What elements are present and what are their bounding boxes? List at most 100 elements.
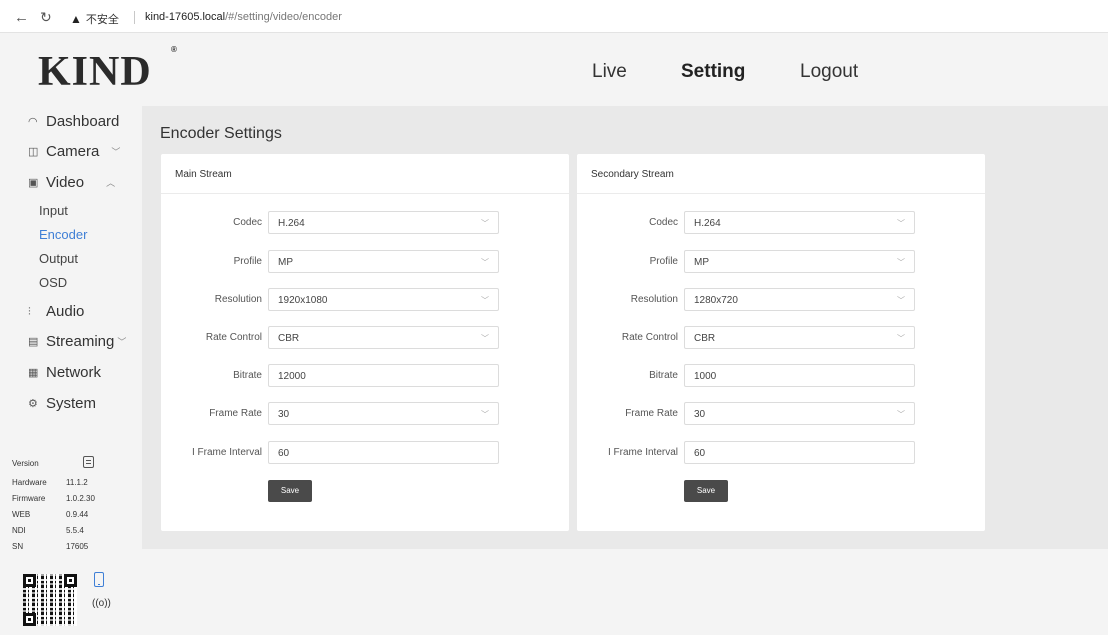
sidebar-subitem-osd[interactable]: OSD [39,275,67,290]
bitrate-input[interactable]: 12000 [268,364,499,387]
sidebar-label-video: Video [46,174,85,191]
sidebar-label-network: Network [46,364,102,381]
copy-icon[interactable] [83,456,94,468]
info-label: Firmware [12,494,46,503]
info-label: SN [12,542,24,551]
info-row-ndi: NDI 5.5.4 [12,526,84,535]
chevron-down-icon: ﹀ [897,258,905,267]
url-host: kind-17605.local [145,11,226,23]
iframe-interval-input[interactable]: 60 [684,441,915,464]
field-value: CBR [278,333,300,344]
chevron-down-icon: ﹀ [481,219,489,228]
field-label: Frame Rate [625,408,678,419]
field-value: 30 [278,409,290,420]
codec-row: Codec H.264 ﹀ [161,211,569,234]
bitrate-input[interactable]: 1000 [684,364,915,387]
save-button[interactable]: Save [684,480,728,502]
rate-control-select[interactable]: CBR ﹀ [268,326,499,349]
sidebar-item-streaming[interactable]: ▤ Streaming ﹀ [28,333,126,350]
field-value: 1920x1080 [278,295,328,306]
field-label: Bitrate [233,370,262,381]
browser-toolbar: ← ↻ ▲ 不安全 kind-17605.local/#/setting/vid… [0,0,1108,33]
field-value: 30 [694,409,706,420]
sidebar-subitem-input[interactable]: Input [39,203,68,218]
video-icon: ▣ [28,176,39,189]
profile-select[interactable]: MP ﹀ [684,250,915,273]
card-title: Main Stream [161,154,569,194]
field-value: 60 [278,448,290,459]
sidebar-item-network[interactable]: ▦ Network [28,364,101,381]
info-label: NDI [12,526,26,535]
info-label: Version [12,459,39,468]
main-stream-card: Main Stream Codec H.264 ﹀ Profile MP ﹀ Resol… [161,154,569,531]
field-value: MP [278,257,293,268]
reload-icon[interactable]: ↻ [40,10,52,25]
info-row-hardware: Hardware 11.1.2 [12,478,88,487]
field-value: 1280x720 [694,295,738,306]
rate-control-row: Rate Control CBR ﹀ [161,326,569,349]
field-label: Codec [233,217,262,228]
chevron-down-icon: ﹀ [897,410,905,419]
codec-row: Codec H.264 ﹀ [577,211,985,234]
nav-setting[interactable]: Setting [681,61,745,83]
field-label: Rate Control [205,332,262,343]
broadcast-icon[interactable]: ((o)) [92,598,111,609]
frame-rate-select[interactable]: 30 ﹀ [684,402,915,425]
field-value: CBR [694,333,716,344]
resolution-select[interactable]: 1280x720 ﹀ [684,288,915,311]
frame-rate-select[interactable]: 30 ﹀ [268,402,499,425]
info-row-sn: SN 17605 [12,542,88,551]
resolution-select[interactable]: 1920x1080 ﹀ [268,288,499,311]
sidebar-label-system: System [46,395,97,412]
sidebar-subitem-output[interactable]: Output [39,251,78,266]
iframe-interval-row: I Frame Interval 60 [161,441,569,464]
sidebar-item-camera[interactable]: ◫ Camera ﹀ [28,143,120,160]
chevron-up-icon: ︿ [106,178,116,188]
codec-select[interactable]: H.264 ﹀ [268,211,499,234]
rate-control-row: Rate Control CBR ﹀ [577,326,985,349]
logo-text: KIND [38,49,152,95]
sidebar-item-dashboard[interactable]: ◠ Dashboard [28,113,119,130]
sidebar-item-audio[interactable]: ⫶ Audio [28,303,84,320]
field-value: 1000 [694,371,717,382]
gear-icon: ⚙ [28,397,38,410]
streaming-icon: ▤ [28,335,39,348]
rate-control-select[interactable]: CBR ﹀ [684,326,915,349]
qr-finder [23,613,36,626]
chevron-down-icon: ﹀ [481,334,489,343]
bitrate-row: Bitrate 12000 [161,364,569,387]
field-label: Resolution [630,294,678,305]
nav-live[interactable]: Live [592,61,627,83]
security-label: 不安全 [85,14,119,26]
info-value: 0.9.44 [66,510,89,519]
chevron-down-icon: ﹀ [117,337,127,347]
chevron-down-icon: ﹀ [897,334,905,343]
phone-icon[interactable] [94,572,104,587]
sidebar-label-camera: Camera [46,143,100,160]
address-bar[interactable]: kind-17605.local/#/setting/video/encoder [145,11,342,23]
sidebar-item-system[interactable]: ⚙ System [28,395,96,412]
info-value: 5.5.4 [66,526,84,535]
network-icon: ▦ [28,366,39,379]
info-label: Hardware [12,478,47,487]
profile-select[interactable]: MP ﹀ [268,250,499,273]
sidebar-item-video[interactable]: ▣ Video ︿ [28,174,115,191]
field-label: I Frame Interval [191,447,262,458]
field-label: Profile [233,256,262,267]
qr-code [23,574,77,626]
nav-logout[interactable]: Logout [800,61,858,83]
kind-logo: KIND ® [38,45,177,96]
codec-select[interactable]: H.264 ﹀ [684,211,915,234]
save-button[interactable]: Save [268,480,312,502]
sidebar-subitem-encoder[interactable]: Encoder [39,227,87,242]
iframe-interval-input[interactable]: 60 [268,441,499,464]
field-value: H.264 [694,218,721,229]
secondary-stream-card: Secondary Stream Codec H.264 ﹀ Profile MP ﹀ … [577,154,985,531]
chevron-down-icon: ﹀ [897,296,905,305]
qr-finder [23,574,36,587]
field-label: I Frame Interval [607,447,678,458]
security-indicator[interactable]: ▲ 不安全 [70,11,119,27]
chevron-down-icon: ﹀ [481,410,489,419]
page-title: Encoder Settings [160,125,282,142]
back-arrow-icon[interactable]: ← [14,10,29,25]
